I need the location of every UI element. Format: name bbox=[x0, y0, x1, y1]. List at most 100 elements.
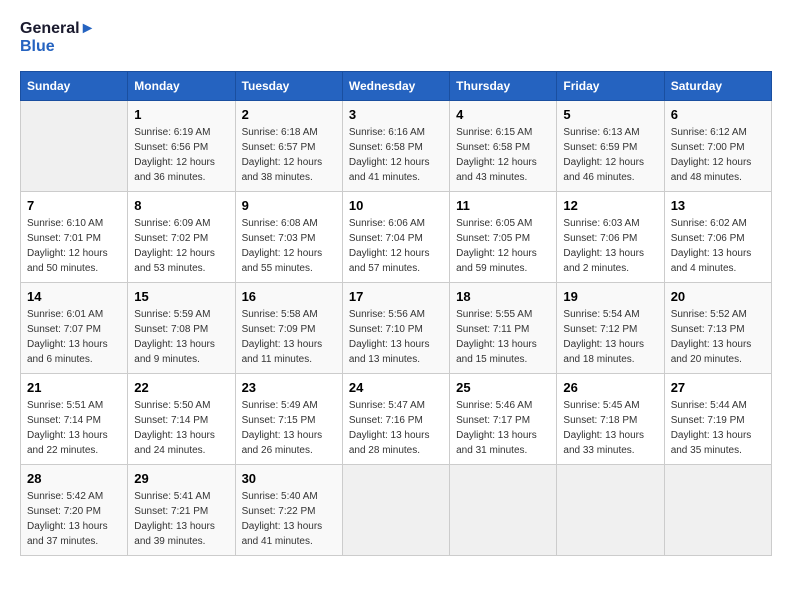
day-info: Sunrise: 5:42 AMSunset: 7:20 PMDaylight:… bbox=[27, 489, 121, 549]
day-number: 8 bbox=[134, 198, 228, 213]
day-number: 19 bbox=[563, 289, 657, 304]
day-number: 25 bbox=[456, 380, 550, 395]
day-number: 20 bbox=[671, 289, 765, 304]
calendar-cell: 16 Sunrise: 5:58 AMSunset: 7:09 PMDaylig… bbox=[235, 283, 342, 374]
calendar-cell bbox=[450, 465, 557, 556]
day-info: Sunrise: 5:54 AMSunset: 7:12 PMDaylight:… bbox=[563, 307, 657, 367]
column-header-friday: Friday bbox=[557, 72, 664, 101]
calendar-week-2: 7 Sunrise: 6:10 AMSunset: 7:01 PMDayligh… bbox=[21, 192, 772, 283]
calendar-cell: 4 Sunrise: 6:15 AMSunset: 6:58 PMDayligh… bbox=[450, 101, 557, 192]
calendar-cell: 14 Sunrise: 6:01 AMSunset: 7:07 PMDaylig… bbox=[21, 283, 128, 374]
day-info: Sunrise: 6:05 AMSunset: 7:05 PMDaylight:… bbox=[456, 216, 550, 276]
day-number: 2 bbox=[242, 107, 336, 122]
day-info: Sunrise: 5:46 AMSunset: 7:17 PMDaylight:… bbox=[456, 398, 550, 458]
calendar-cell: 22 Sunrise: 5:50 AMSunset: 7:14 PMDaylig… bbox=[128, 374, 235, 465]
calendar-cell bbox=[557, 465, 664, 556]
day-info: Sunrise: 5:41 AMSunset: 7:21 PMDaylight:… bbox=[134, 489, 228, 549]
day-number: 24 bbox=[349, 380, 443, 395]
calendar-cell: 24 Sunrise: 5:47 AMSunset: 7:16 PMDaylig… bbox=[342, 374, 449, 465]
day-number: 13 bbox=[671, 198, 765, 213]
calendar-header-row: SundayMondayTuesdayWednesdayThursdayFrid… bbox=[21, 72, 772, 101]
day-number: 9 bbox=[242, 198, 336, 213]
day-info: Sunrise: 5:45 AMSunset: 7:18 PMDaylight:… bbox=[563, 398, 657, 458]
day-info: Sunrise: 6:12 AMSunset: 7:00 PMDaylight:… bbox=[671, 125, 765, 185]
calendar-table: SundayMondayTuesdayWednesdayThursdayFrid… bbox=[20, 71, 772, 556]
calendar-cell: 12 Sunrise: 6:03 AMSunset: 7:06 PMDaylig… bbox=[557, 192, 664, 283]
column-header-thursday: Thursday bbox=[450, 72, 557, 101]
day-number: 15 bbox=[134, 289, 228, 304]
day-info: Sunrise: 6:16 AMSunset: 6:58 PMDaylight:… bbox=[349, 125, 443, 185]
day-info: Sunrise: 5:44 AMSunset: 7:19 PMDaylight:… bbox=[671, 398, 765, 458]
calendar-cell bbox=[664, 465, 771, 556]
day-number: 22 bbox=[134, 380, 228, 395]
calendar-cell: 18 Sunrise: 5:55 AMSunset: 7:11 PMDaylig… bbox=[450, 283, 557, 374]
day-number: 30 bbox=[242, 471, 336, 486]
day-number: 1 bbox=[134, 107, 228, 122]
day-number: 18 bbox=[456, 289, 550, 304]
calendar-cell: 17 Sunrise: 5:56 AMSunset: 7:10 PMDaylig… bbox=[342, 283, 449, 374]
calendar-cell: 1 Sunrise: 6:19 AMSunset: 6:56 PMDayligh… bbox=[128, 101, 235, 192]
day-info: Sunrise: 6:02 AMSunset: 7:06 PMDaylight:… bbox=[671, 216, 765, 276]
day-number: 6 bbox=[671, 107, 765, 122]
calendar-cell: 20 Sunrise: 5:52 AMSunset: 7:13 PMDaylig… bbox=[664, 283, 771, 374]
calendar-cell: 8 Sunrise: 6:09 AMSunset: 7:02 PMDayligh… bbox=[128, 192, 235, 283]
day-number: 23 bbox=[242, 380, 336, 395]
calendar-cell bbox=[342, 465, 449, 556]
day-number: 17 bbox=[349, 289, 443, 304]
day-info: Sunrise: 6:06 AMSunset: 7:04 PMDaylight:… bbox=[349, 216, 443, 276]
day-number: 10 bbox=[349, 198, 443, 213]
calendar-cell: 30 Sunrise: 5:40 AMSunset: 7:22 PMDaylig… bbox=[235, 465, 342, 556]
day-info: Sunrise: 6:18 AMSunset: 6:57 PMDaylight:… bbox=[242, 125, 336, 185]
day-info: Sunrise: 6:15 AMSunset: 6:58 PMDaylight:… bbox=[456, 125, 550, 185]
day-number: 26 bbox=[563, 380, 657, 395]
column-header-monday: Monday bbox=[128, 72, 235, 101]
calendar-cell: 27 Sunrise: 5:44 AMSunset: 7:19 PMDaylig… bbox=[664, 374, 771, 465]
column-header-wednesday: Wednesday bbox=[342, 72, 449, 101]
calendar-cell: 23 Sunrise: 5:49 AMSunset: 7:15 PMDaylig… bbox=[235, 374, 342, 465]
calendar-cell: 21 Sunrise: 5:51 AMSunset: 7:14 PMDaylig… bbox=[21, 374, 128, 465]
calendar-week-1: 1 Sunrise: 6:19 AMSunset: 6:56 PMDayligh… bbox=[21, 101, 772, 192]
calendar-cell: 9 Sunrise: 6:08 AMSunset: 7:03 PMDayligh… bbox=[235, 192, 342, 283]
column-header-sunday: Sunday bbox=[21, 72, 128, 101]
day-info: Sunrise: 6:13 AMSunset: 6:59 PMDaylight:… bbox=[563, 125, 657, 185]
calendar-cell: 26 Sunrise: 5:45 AMSunset: 7:18 PMDaylig… bbox=[557, 374, 664, 465]
calendar-week-3: 14 Sunrise: 6:01 AMSunset: 7:07 PMDaylig… bbox=[21, 283, 772, 374]
day-info: Sunrise: 5:56 AMSunset: 7:10 PMDaylight:… bbox=[349, 307, 443, 367]
day-number: 7 bbox=[27, 198, 121, 213]
day-info: Sunrise: 5:55 AMSunset: 7:11 PMDaylight:… bbox=[456, 307, 550, 367]
calendar-cell: 29 Sunrise: 5:41 AMSunset: 7:21 PMDaylig… bbox=[128, 465, 235, 556]
day-info: Sunrise: 6:01 AMSunset: 7:07 PMDaylight:… bbox=[27, 307, 121, 367]
day-number: 11 bbox=[456, 198, 550, 213]
calendar-week-4: 21 Sunrise: 5:51 AMSunset: 7:14 PMDaylig… bbox=[21, 374, 772, 465]
day-number: 21 bbox=[27, 380, 121, 395]
calendar-cell: 13 Sunrise: 6:02 AMSunset: 7:06 PMDaylig… bbox=[664, 192, 771, 283]
day-info: Sunrise: 5:52 AMSunset: 7:13 PMDaylight:… bbox=[671, 307, 765, 367]
day-info: Sunrise: 5:40 AMSunset: 7:22 PMDaylight:… bbox=[242, 489, 336, 549]
calendar-cell bbox=[21, 101, 128, 192]
day-number: 12 bbox=[563, 198, 657, 213]
calendar-cell: 3 Sunrise: 6:16 AMSunset: 6:58 PMDayligh… bbox=[342, 101, 449, 192]
calendar-cell: 6 Sunrise: 6:12 AMSunset: 7:00 PMDayligh… bbox=[664, 101, 771, 192]
calendar-cell: 19 Sunrise: 5:54 AMSunset: 7:12 PMDaylig… bbox=[557, 283, 664, 374]
column-header-tuesday: Tuesday bbox=[235, 72, 342, 101]
day-number: 27 bbox=[671, 380, 765, 395]
day-info: Sunrise: 6:09 AMSunset: 7:02 PMDaylight:… bbox=[134, 216, 228, 276]
day-info: Sunrise: 5:59 AMSunset: 7:08 PMDaylight:… bbox=[134, 307, 228, 367]
day-number: 4 bbox=[456, 107, 550, 122]
day-number: 28 bbox=[27, 471, 121, 486]
day-info: Sunrise: 5:58 AMSunset: 7:09 PMDaylight:… bbox=[242, 307, 336, 367]
day-info: Sunrise: 5:51 AMSunset: 7:14 PMDaylight:… bbox=[27, 398, 121, 458]
calendar-cell: 2 Sunrise: 6:18 AMSunset: 6:57 PMDayligh… bbox=[235, 101, 342, 192]
column-header-saturday: Saturday bbox=[664, 72, 771, 101]
calendar-cell: 28 Sunrise: 5:42 AMSunset: 7:20 PMDaylig… bbox=[21, 465, 128, 556]
page-header: General► Blue bbox=[20, 20, 772, 55]
calendar-week-5: 28 Sunrise: 5:42 AMSunset: 7:20 PMDaylig… bbox=[21, 465, 772, 556]
calendar-cell: 15 Sunrise: 5:59 AMSunset: 7:08 PMDaylig… bbox=[128, 283, 235, 374]
calendar-cell: 7 Sunrise: 6:10 AMSunset: 7:01 PMDayligh… bbox=[21, 192, 128, 283]
calendar-cell: 5 Sunrise: 6:13 AMSunset: 6:59 PMDayligh… bbox=[557, 101, 664, 192]
day-number: 5 bbox=[563, 107, 657, 122]
day-info: Sunrise: 6:03 AMSunset: 7:06 PMDaylight:… bbox=[563, 216, 657, 276]
day-number: 3 bbox=[349, 107, 443, 122]
day-info: Sunrise: 6:08 AMSunset: 7:03 PMDaylight:… bbox=[242, 216, 336, 276]
day-info: Sunrise: 6:10 AMSunset: 7:01 PMDaylight:… bbox=[27, 216, 121, 276]
